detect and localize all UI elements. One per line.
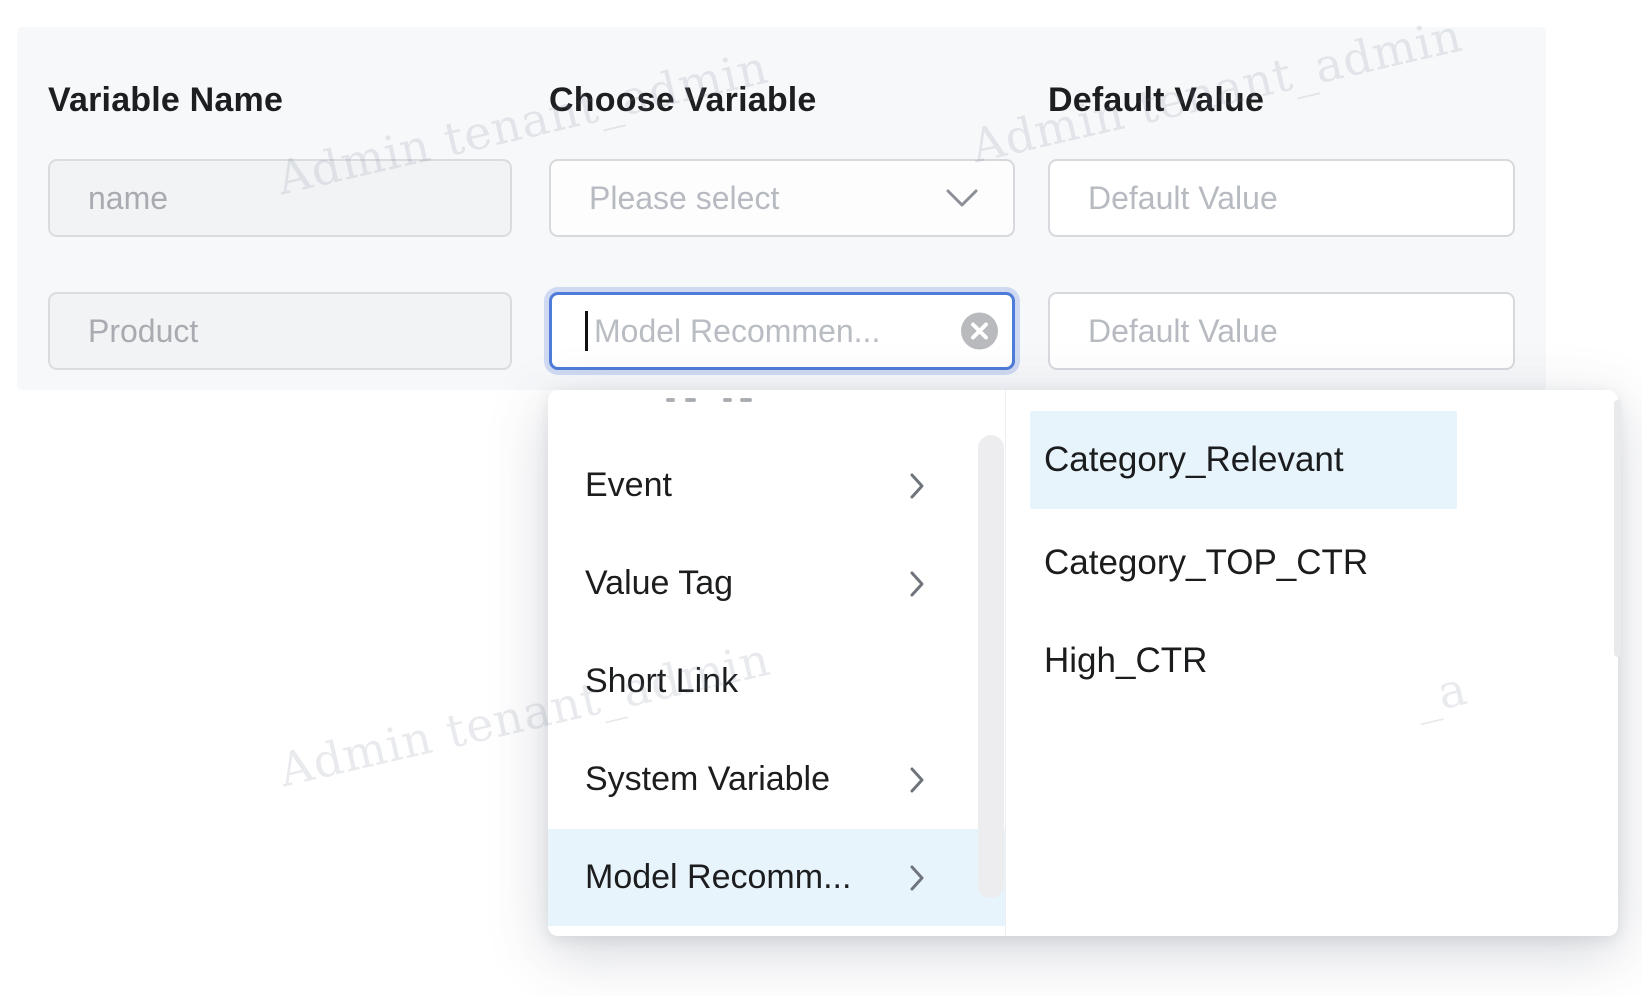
cascader-right-column: Category_Relevant Category_TOP_CTR High_… — [1005, 390, 1618, 936]
screen: Variable Name Choose Variable Default Va… — [0, 0, 1642, 996]
clear-icon[interactable] — [961, 313, 998, 350]
chevron-right-icon — [909, 766, 925, 794]
menu-item-model-recommend[interactable]: Model Recomm... — [548, 829, 1005, 926]
right-column-scrollbar[interactable] — [1614, 400, 1621, 657]
chevron-right-icon — [909, 472, 925, 500]
choose-variable-select-row2-focused[interactable]: Model Recommen... — [549, 292, 1015, 370]
left-column-scrollbar[interactable] — [978, 435, 1004, 898]
header-choose-variable: Choose Variable — [549, 78, 817, 122]
menu-item-short-link[interactable]: Short Link — [548, 633, 1005, 730]
submenu-item-high-ctr[interactable]: High_CTR — [1030, 612, 1457, 710]
cascader-left-column: Event Value Tag Short Link System Variab… — [548, 390, 1005, 936]
cascader-dropdown: Event Value Tag Short Link System Variab… — [548, 390, 1618, 936]
chevron-right-icon — [909, 570, 925, 598]
default-value-input-row1[interactable] — [1048, 159, 1515, 237]
menu-item-system-variable[interactable]: System Variable — [548, 731, 1005, 828]
select-placeholder: Model Recommen... — [588, 313, 880, 350]
chevron-right-icon — [909, 864, 925, 892]
select-placeholder: Please select — [551, 180, 945, 217]
header-variable-name: Variable Name — [48, 78, 283, 122]
variable-name-input-row2[interactable] — [48, 292, 512, 370]
choose-variable-select-row1[interactable]: Please select — [549, 159, 1015, 237]
menu-item-value-tag[interactable]: Value Tag — [548, 535, 1005, 632]
variable-name-input-row1[interactable] — [48, 159, 512, 237]
menu-item-event[interactable]: Event — [548, 437, 1005, 534]
submenu-item-category-top-ctr[interactable]: Category_TOP_CTR — [1030, 514, 1457, 612]
header-default-value: Default Value — [1048, 78, 1264, 122]
default-value-input-row2[interactable] — [1048, 292, 1515, 370]
chevron-down-icon — [945, 188, 979, 208]
submenu-item-category-relevant[interactable]: Category_Relevant — [1030, 411, 1457, 509]
